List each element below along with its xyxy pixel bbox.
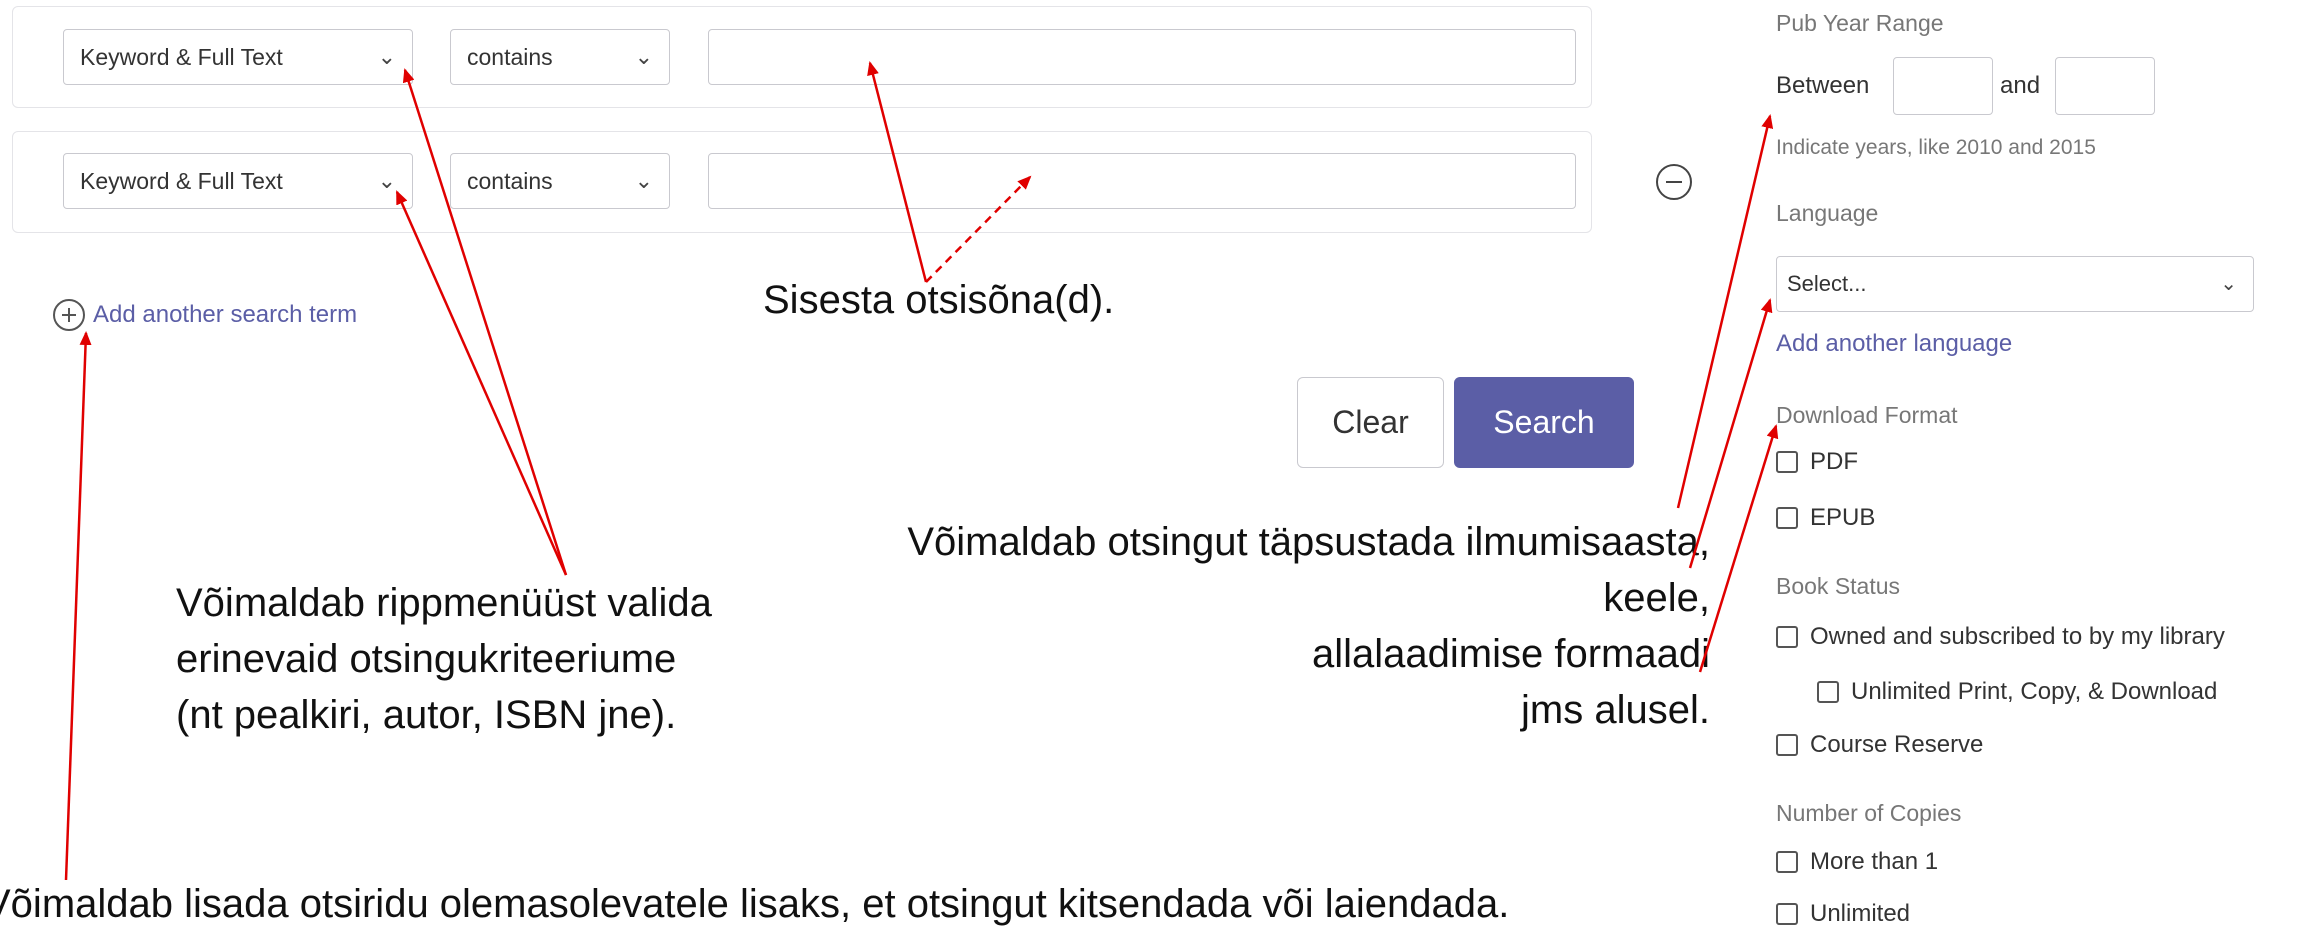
annotation-line: (nt pealkiri, autor, ISBN jne).	[176, 693, 677, 737]
search-input-1[interactable]	[708, 29, 1576, 85]
between-label: Between	[1776, 72, 1870, 99]
download-format-label: Download Format	[1776, 402, 1958, 428]
annotation-line: erinevaid otsingukriteeriume	[176, 637, 677, 681]
checkbox-course-reserve[interactable]: Course Reserve	[1776, 731, 1983, 759]
language-select-value: Select...	[1787, 271, 1867, 296]
chevron-down-icon: ⌄	[377, 44, 396, 69]
operator-select-value: contains	[467, 44, 553, 70]
checkbox-owned[interactable]: Owned and subscribed to by my library	[1776, 623, 2225, 651]
checkbox-unlimited[interactable]: Unlimited	[1776, 900, 1910, 928]
checkbox-label: Owned and subscribed to by my library	[1810, 623, 2225, 650]
add-search-term-button[interactable]: Add another search term	[53, 295, 357, 335]
checkbox-label: Unlimited	[1810, 900, 1911, 927]
arrow-to-download-format	[1698, 424, 1779, 673]
remove-row-icon[interactable]	[1656, 164, 1692, 200]
search-button[interactable]: Search	[1454, 377, 1634, 468]
annotation-filters: Võimaldab otsingut täpsustada ilmumisaas…	[907, 514, 1710, 738]
year-from-input[interactable]	[1893, 57, 1993, 115]
operator-select-1[interactable]: contains ⌄	[450, 29, 670, 85]
language-select[interactable]: Select... ⌄	[1776, 256, 2254, 312]
copies-label: Number of Copies	[1776, 800, 1962, 826]
checkbox-label: Course Reserve	[1810, 731, 1984, 758]
and-label: and	[2000, 72, 2041, 99]
checkbox-pdf[interactable]: PDF	[1776, 448, 1858, 476]
language-label: Language	[1776, 200, 1879, 226]
annotation-dropdown: Võimaldab rippmenüüst valida erinevaid o…	[176, 575, 712, 743]
checkbox-icon	[1776, 851, 1798, 873]
pub-year-hint: Indicate years, like 2010 and 2015	[1776, 136, 2096, 159]
plus-circle-icon	[53, 299, 85, 331]
checkbox-icon	[1776, 626, 1798, 648]
chevron-down-icon: ⌄	[634, 44, 653, 69]
checkbox-icon	[1817, 681, 1839, 703]
add-language-link[interactable]: Add another language	[1776, 330, 2012, 358]
checkbox-label: Unlimited Print, Copy, & Download	[1851, 678, 2218, 705]
arrow-to-pub-year	[1676, 114, 1774, 509]
annotation-line: Võimaldab rippmenüüst valida	[176, 581, 712, 625]
chevron-down-icon: ⌄	[2220, 273, 2237, 295]
arrow-to-field-select-2	[395, 190, 568, 576]
field-select-value: Keyword & Full Text	[80, 44, 283, 70]
operator-select-value: contains	[467, 168, 553, 194]
checkbox-icon	[1776, 734, 1798, 756]
checkbox-icon	[1776, 451, 1798, 473]
annotation-line: allalaadimise formaadi	[1312, 632, 1710, 676]
operator-select-2[interactable]: contains ⌄	[450, 153, 670, 209]
field-select-value: Keyword & Full Text	[80, 168, 283, 194]
year-to-input[interactable]	[2055, 57, 2155, 115]
checkbox-more-than-1[interactable]: More than 1	[1776, 848, 1938, 876]
checkbox-label: More than 1	[1810, 848, 1939, 875]
checkbox-label: EPUB	[1810, 504, 1876, 531]
checkbox-unlimited-print[interactable]: Unlimited Print, Copy, & Download	[1817, 678, 2217, 706]
arrow-to-add-term	[64, 331, 92, 881]
field-select-2[interactable]: Keyword & Full Text ⌄	[63, 153, 413, 209]
annotation-search-input: Sisesta otsisõna(d).	[763, 278, 1115, 322]
book-status-label: Book Status	[1776, 573, 1901, 599]
annotation-add-row: Võimaldab lisada otsiridu olemasolevatel…	[0, 882, 1510, 926]
checkbox-icon	[1776, 903, 1798, 925]
chevron-down-icon: ⌄	[634, 168, 653, 193]
field-select-1[interactable]: Keyword & Full Text ⌄	[63, 29, 413, 85]
annotation-line: Võimaldab otsingut täpsustada ilmumisaas…	[907, 520, 1710, 564]
checkbox-epub[interactable]: EPUB	[1776, 504, 1875, 532]
pub-year-label: Pub Year Range	[1776, 10, 1944, 36]
chevron-down-icon: ⌄	[377, 168, 396, 193]
annotation-line: keele,	[1603, 576, 1710, 620]
add-search-term-label: Add another search term	[93, 301, 358, 328]
clear-button[interactable]: Clear	[1297, 377, 1444, 468]
checkbox-label: PDF	[1810, 448, 1858, 475]
checkbox-icon	[1776, 507, 1798, 529]
search-input-2[interactable]	[708, 153, 1576, 209]
annotation-line: jms alusel.	[1521, 688, 1710, 732]
